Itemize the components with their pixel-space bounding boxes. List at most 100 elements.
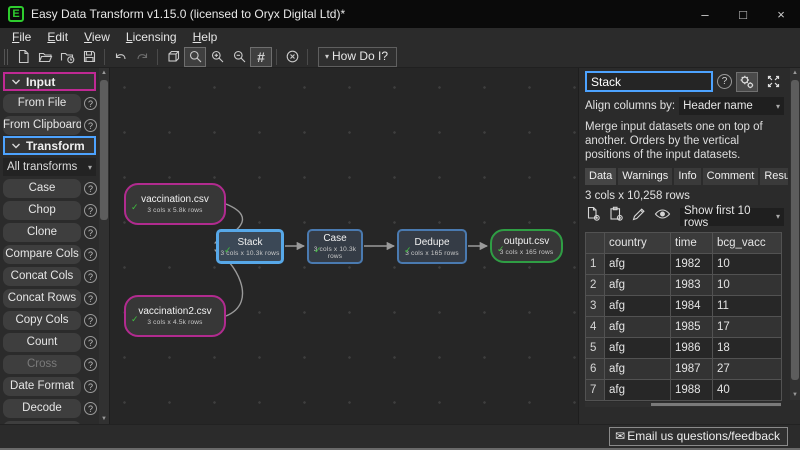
node-output[interactable]: ✓output.csv3 cols x 165 rows (490, 229, 563, 263)
transform-item-dedupe[interactable]: Dedupe (3, 421, 81, 424)
scroll-down-icon[interactable]: ▼ (790, 392, 800, 398)
toolbar-handle[interactable] (4, 49, 8, 65)
scroll-up-icon[interactable]: ▲ (99, 70, 109, 76)
input-item-from-file[interactable]: From File (3, 94, 81, 113)
menu-item-licensing[interactable]: Licensing (118, 30, 185, 44)
scroll-up-icon[interactable]: ▲ (790, 70, 800, 76)
transform-item-count[interactable]: Count (3, 333, 81, 352)
node-dedupe[interactable]: ✓Dedupe3 cols x 165 rows (397, 229, 467, 264)
transform-item-date-format[interactable]: Date Format (3, 377, 81, 396)
help-icon[interactable]: ? (84, 119, 97, 132)
align-columns-select[interactable]: Header name ▾ (679, 97, 784, 115)
maximize-button[interactable]: □ (724, 0, 762, 28)
check-icon: ✓ (497, 245, 505, 254)
edit-data-button[interactable] (631, 206, 647, 227)
tab-comment[interactable]: Comment (703, 168, 759, 185)
minimize-button[interactable]: – (686, 0, 724, 28)
table-horizontal-scrollbar[interactable] (585, 402, 781, 407)
redo-icon (135, 49, 150, 64)
transform-item-concat-rows[interactable]: Concat Rows (3, 289, 81, 308)
open-file-button[interactable] (34, 47, 56, 67)
menu-mnemonic: V (84, 30, 92, 44)
help-icon[interactable]: ? (84, 204, 97, 217)
zoom-in-button[interactable] (206, 47, 228, 67)
transform-item-decode[interactable]: Decode (3, 399, 81, 418)
scrollbar-thumb[interactable] (791, 80, 799, 380)
open-recent-button[interactable] (56, 47, 78, 67)
help-icon[interactable]: ? (84, 182, 97, 195)
toggle-grid-button[interactable]: # (250, 47, 272, 67)
input-item-list: From File?From Clipboard? (2, 94, 98, 135)
input-header-label: Input (26, 75, 55, 89)
sidebar-scrollbar[interactable]: ▲ ▼ (99, 68, 109, 424)
help-icon[interactable]: ? (84, 292, 97, 305)
paste-data-button[interactable] (608, 206, 624, 227)
node-subtitle: 3 cols x 4.5k rows (126, 319, 224, 326)
center-view-button[interactable] (162, 47, 184, 67)
align-columns-row: Align columns by: Header name ▾ (585, 97, 784, 115)
help-icon[interactable]: ? (84, 97, 97, 110)
node-name-input[interactable] (585, 71, 713, 92)
zoom-out-button[interactable] (228, 47, 250, 67)
tab-info[interactable]: Info (674, 168, 700, 185)
transform-section-header[interactable]: Transform (3, 136, 96, 155)
menu-item-file[interactable]: File (4, 30, 39, 44)
transform-item-case[interactable]: Case (3, 179, 81, 198)
tab-warnings[interactable]: Warnings (618, 168, 672, 185)
zoom-tool-button[interactable] (184, 47, 206, 67)
scroll-down-icon[interactable]: ▼ (99, 416, 109, 422)
dataset-summary: 3 cols x 10,258 rows (585, 190, 784, 202)
transform-item-compare-cols[interactable]: Compare Cols (3, 245, 81, 264)
help-icon[interactable]: ? (84, 270, 97, 283)
scrollbar-thumb[interactable] (100, 80, 108, 220)
sidebar-row: Concat Cols? (3, 267, 97, 286)
input-item-from-clipboard[interactable]: From Clipboard (3, 116, 81, 135)
help-icon[interactable]: ? (84, 336, 97, 349)
feedback-button[interactable]: ✉ Email us questions/feedback (609, 427, 788, 446)
transform-item-clone[interactable]: Clone (3, 223, 81, 242)
node-vaccination[interactable]: ✓vaccination.csv3 cols x 5.8k rows (124, 183, 226, 225)
rows-filter-select[interactable]: Show first 10 rows ▾ (680, 208, 784, 226)
node-canvas[interactable]: ✓vaccination.csv3 cols x 5.8k rows✓vacci… (110, 68, 578, 424)
align-columns-label: Align columns by: (585, 100, 675, 112)
main-area: Input From File?From Clipboard? Transfor… (0, 68, 800, 424)
input-section-header[interactable]: Input (3, 72, 96, 91)
node-title: vaccination.csv (126, 194, 224, 205)
undo-button[interactable] (109, 47, 131, 67)
copy-data-button[interactable] (585, 206, 601, 227)
menu-item-view[interactable]: View (76, 30, 118, 44)
tab-results[interactable]: Results (760, 168, 788, 185)
panel-scrollbar[interactable]: ▲ ▼ (790, 68, 800, 400)
transform-item-chop[interactable]: Chop (3, 201, 81, 220)
options-button[interactable] (736, 72, 758, 92)
menu-item-help[interactable]: Help (185, 30, 226, 44)
view-data-button[interactable] (654, 207, 671, 226)
sidebar-row: Copy Cols? (3, 311, 97, 330)
table-cell: 11 (713, 296, 782, 317)
scrollbar-thumb[interactable] (651, 403, 781, 406)
new-file-button[interactable] (12, 47, 34, 67)
help-icon[interactable]: ? (84, 314, 97, 327)
save-button[interactable] (78, 47, 100, 67)
node-stack[interactable]: ✓Stack3 cols x 10.3k rows (216, 229, 284, 264)
tab-data[interactable]: Data (585, 168, 616, 185)
node-vaccination2[interactable]: ✓vaccination2.csv3 cols x 4.5k rows (124, 295, 226, 337)
help-icon[interactable]: ? (84, 226, 97, 239)
menu-item-edit[interactable]: Edit (39, 30, 76, 44)
transform-item-concat-cols[interactable]: Concat Cols (3, 267, 81, 286)
transform-filter-select[interactable]: All transforms ▾ (3, 158, 96, 176)
help-icon[interactable]: ? (84, 248, 97, 261)
data-table: countrytimebcg_vacc 1afg1982102afg198310… (585, 232, 782, 401)
expand-button[interactable] (762, 72, 784, 92)
how-do-i-label: How Do I? (332, 49, 388, 63)
help-icon[interactable]: ? (84, 380, 97, 393)
node-case[interactable]: ✓Case3 cols x 10.3k rows (307, 229, 363, 264)
how-do-i-button[interactable]: ▾ How Do I? (318, 47, 397, 67)
help-icon[interactable]: ? (84, 358, 97, 371)
help-icon[interactable]: ? (717, 74, 732, 89)
help-icon[interactable]: ? (84, 402, 97, 415)
transform-item-copy-cols[interactable]: Copy Cols (3, 311, 81, 330)
close-button[interactable]: × (762, 0, 800, 28)
redo-button[interactable] (131, 47, 153, 67)
cancel-button[interactable] (281, 47, 303, 67)
